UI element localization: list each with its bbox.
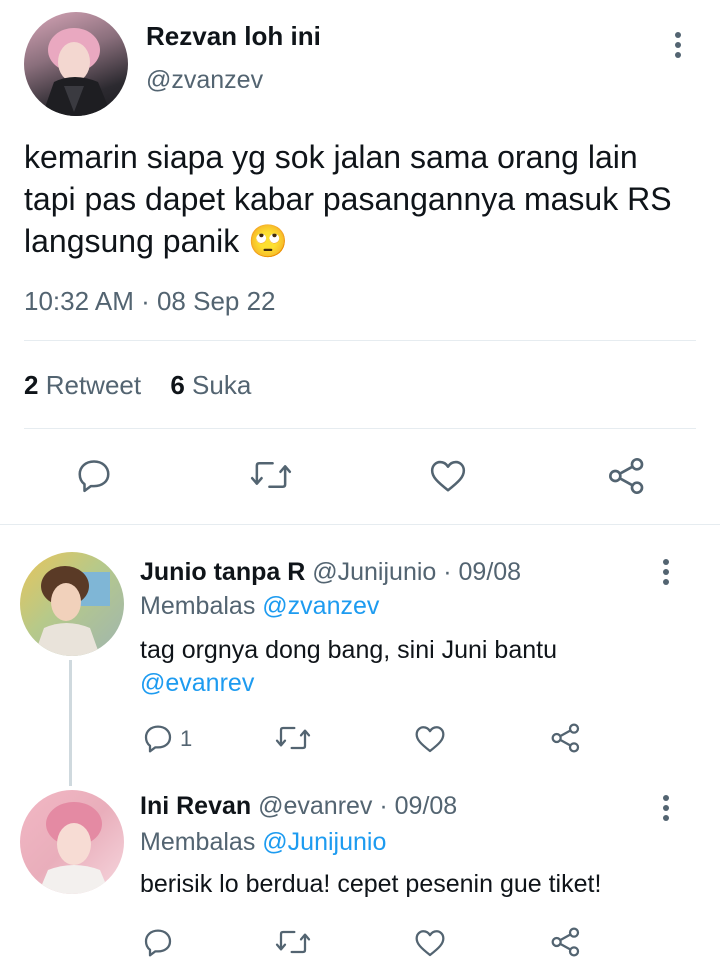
avatar[interactable] bbox=[24, 12, 128, 116]
reply-icon[interactable] bbox=[75, 456, 113, 494]
replying-label: Membalas bbox=[140, 592, 256, 620]
display-name[interactable]: Rezvan loh ini bbox=[146, 20, 321, 52]
like-stat[interactable]: 6 Suka bbox=[170, 370, 251, 400]
retweet-icon[interactable] bbox=[274, 722, 312, 754]
share-icon[interactable] bbox=[550, 722, 582, 754]
more-vertical-icon[interactable] bbox=[654, 794, 678, 822]
reply-text-body: tag orgnya dong bang, sini Juni bantu bbox=[140, 636, 557, 664]
engagement-stats: 2 Retweet 6 Suka bbox=[24, 368, 251, 402]
more-vertical-icon[interactable] bbox=[666, 30, 690, 60]
section-divider bbox=[0, 524, 720, 525]
retweet-icon[interactable] bbox=[249, 456, 293, 494]
avatar[interactable] bbox=[20, 552, 124, 656]
thread-connector-line bbox=[69, 660, 72, 786]
handle-date[interactable]: @Junijunio · 09/08 bbox=[312, 558, 521, 586]
replying-to: Membalas @zvanzev bbox=[140, 590, 379, 622]
timestamp[interactable]: 10:32 AM · 08 Sep 22 bbox=[24, 284, 276, 318]
handle-date[interactable]: @evanrev · 09/08 bbox=[258, 792, 457, 820]
heart-icon[interactable] bbox=[414, 928, 446, 958]
reply-icon[interactable] bbox=[142, 926, 174, 958]
like-count: 6 bbox=[170, 370, 185, 400]
display-name[interactable]: Junio tanpa R bbox=[140, 558, 305, 586]
replying-handle-link[interactable]: @zvanzev bbox=[262, 592, 379, 620]
tweet-text: kemarin siapa yg sok jalan sama orang la… bbox=[24, 136, 684, 262]
reply-header: Ini Revan @evanrev · 09/08 bbox=[140, 790, 457, 822]
divider bbox=[24, 428, 696, 429]
replying-to: Membalas @Junijunio bbox=[140, 826, 386, 858]
retweet-stat[interactable]: 2 Retweet bbox=[24, 370, 148, 400]
handle[interactable]: @zvanzev bbox=[146, 64, 263, 96]
replying-label: Membalas bbox=[140, 828, 256, 856]
heart-icon[interactable] bbox=[414, 724, 446, 754]
avatar[interactable] bbox=[20, 790, 124, 894]
mention-link[interactable]: @evanrev bbox=[140, 669, 254, 697]
reply-text: tag orgnya dong bang, sini Juni bantu @e… bbox=[140, 634, 660, 700]
reply-icon[interactable] bbox=[142, 722, 174, 754]
tweet-text-body: kemarin siapa yg sok jalan sama orang la… bbox=[24, 139, 672, 259]
reply-count: 1 bbox=[180, 726, 193, 751]
display-name[interactable]: Ini Revan bbox=[140, 792, 251, 820]
share-icon[interactable] bbox=[550, 926, 582, 958]
heart-icon[interactable] bbox=[429, 458, 467, 494]
reply-text: berisik lo berdua! cepet pesenin gue tik… bbox=[140, 870, 602, 898]
more-vertical-icon[interactable] bbox=[654, 558, 678, 586]
retweet-count: 2 bbox=[24, 370, 39, 400]
like-label: Suka bbox=[192, 370, 252, 400]
divider bbox=[24, 340, 696, 341]
retweet-icon[interactable] bbox=[274, 926, 312, 958]
share-icon[interactable] bbox=[607, 456, 647, 496]
retweet-label: Retweet bbox=[45, 370, 142, 400]
face-with-rolling-eyes-icon: 🙄 bbox=[248, 223, 289, 259]
reply-header: Junio tanpa R @Junijunio · 09/08 bbox=[140, 556, 521, 588]
replying-handle-link[interactable]: @Junijunio bbox=[262, 828, 386, 856]
